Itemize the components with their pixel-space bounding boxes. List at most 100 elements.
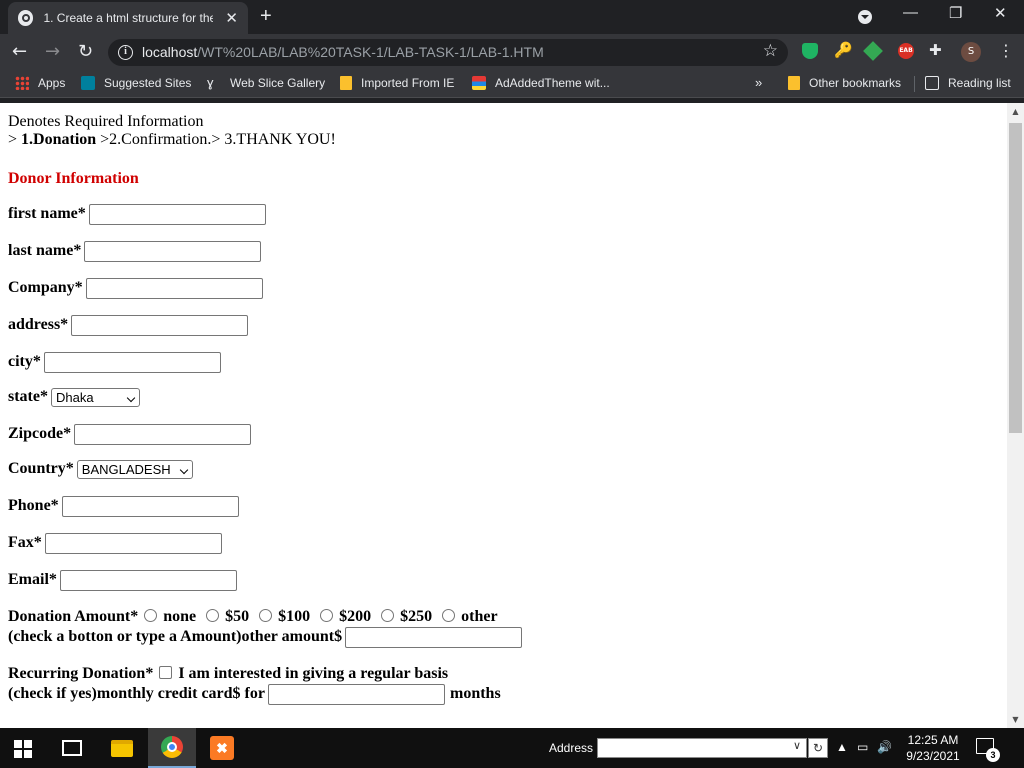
new-tab-icon[interactable]: + <box>260 5 272 28</box>
clock-date: 9/23/2021 <box>906 749 960 763</box>
bing-icon <box>81 76 95 90</box>
fax-input[interactable] <box>44 533 222 554</box>
bookmark-suggested-sites[interactable]: Suggested Sites <box>81 76 191 90</box>
donation-amount-row: Donation Amount* none $50 $100 $200 $250 other <box>8 608 498 625</box>
tray-overflow-icon[interactable]: ▲ <box>836 740 848 754</box>
folder-icon <box>788 76 800 90</box>
bookmark-web-slice-gallery[interactable]: ɣ Web Slice Gallery <box>207 76 325 91</box>
bookmarks-divider <box>914 76 915 92</box>
info-icon[interactable]: i <box>118 45 133 60</box>
forward-icon[interactable]: → <box>45 41 60 62</box>
shield-extension-icon[interactable] <box>802 43 818 59</box>
state-label: state* <box>8 388 48 406</box>
taskbar-address-input[interactable] <box>597 738 807 758</box>
other-amount-input[interactable] <box>345 627 523 648</box>
bookmark-other-bookmarks[interactable]: Other bookmarks <box>788 76 901 90</box>
minimize-icon[interactable]: — <box>903 4 918 21</box>
chevron-down-icon <box>179 465 189 475</box>
last-name-input[interactable] <box>84 241 262 262</box>
city-input[interactable] <box>43 352 221 373</box>
back-icon[interactable]: ← <box>12 41 27 62</box>
chrome-icon <box>161 736 183 758</box>
windows-start-icon[interactable] <box>14 740 32 758</box>
donation-radio-250[interactable] <box>381 608 395 622</box>
first-name-input[interactable] <box>88 204 266 225</box>
donation-radio-none[interactable] <box>144 608 158 622</box>
current-step: 1.Donation <box>21 131 97 148</box>
system-clock[interactable]: 12:25 AM 9/23/2021 <box>896 732 970 764</box>
file-explorer-icon <box>111 739 133 757</box>
monthly-label: (check if yes)monthly credit card$ for <box>8 685 265 703</box>
tab-strip: 1. Create a html structure for the ✕ + —… <box>0 0 1024 34</box>
scroll-thumb[interactable] <box>1009 123 1022 433</box>
bookmarks-overflow-icon[interactable]: » <box>755 75 762 90</box>
city-row: city* <box>8 352 221 373</box>
recurring-checkbox-text: I am interested in giving a regular basi… <box>178 665 449 682</box>
tab-search-icon[interactable] <box>858 10 872 24</box>
zipcode-row: Zipcode* <box>8 424 252 445</box>
battery-icon[interactable]: ▭ <box>857 740 868 754</box>
reload-icon[interactable]: ↻ <box>78 41 93 62</box>
bookmark-apps[interactable]: Apps <box>15 76 65 90</box>
first-name-label: first name* <box>8 205 86 223</box>
browser-tab[interactable]: 1. Create a html structure for the ✕ <box>8 2 248 34</box>
extensions-puzzle-icon[interactable]: ✚ <box>929 41 945 59</box>
donation-radio-200[interactable] <box>320 608 334 622</box>
restore-icon[interactable]: ❐ <box>949 4 962 22</box>
close-window-icon[interactable]: ✕ <box>994 4 1007 22</box>
company-input[interactable] <box>85 278 263 299</box>
donation-radio-50[interactable] <box>206 608 220 622</box>
email-input[interactable] <box>59 570 237 591</box>
country-select[interactable]: BANGLADESH <box>76 460 193 479</box>
chevron-down-icon <box>126 393 136 403</box>
city-label: city* <box>8 353 41 371</box>
chevron-down-icon[interactable]: ∨ <box>793 739 801 752</box>
folder-icon <box>340 76 352 90</box>
url-text[interactable]: localhost/WT%20LAB/LAB%20TASK-1/LAB-TASK… <box>142 44 544 60</box>
donation-radio-other[interactable] <box>442 608 456 622</box>
scroll-down-icon[interactable]: ▼ <box>1007 711 1024 728</box>
section-title: Donor Information <box>8 170 139 187</box>
address-toolbar-label: Address <box>549 741 594 755</box>
profile-avatar[interactable]: S <box>961 42 981 62</box>
address-label: address* <box>8 316 69 334</box>
monthly-amount-input[interactable] <box>267 684 445 705</box>
address-go-icon[interactable]: ↻ <box>808 738 828 758</box>
tab-title: 1. Create a html structure for the <box>43 11 214 25</box>
phone-row: Phone* <box>8 496 239 517</box>
task-view-icon[interactable] <box>62 740 82 756</box>
recurring-checkbox[interactable] <box>159 665 173 679</box>
bookmarks-bar: Apps Suggested Sites ɣ Web Slice Gallery… <box>0 70 1024 98</box>
bookmark-reading-list[interactable]: Reading list <box>925 76 1011 90</box>
months-label: months <box>449 685 501 703</box>
phone-input[interactable] <box>61 496 239 517</box>
menu-kebab-icon[interactable]: ⋮ <box>998 41 1014 60</box>
notification-badge: 3 <box>986 748 1000 762</box>
xampp-icon: ✖ <box>210 736 234 760</box>
address-input[interactable] <box>71 315 249 336</box>
close-tab-icon[interactable]: ✕ <box>225 9 238 27</box>
bookmark-star-icon[interactable]: ☆ <box>763 41 778 61</box>
taskbar-file-explorer[interactable] <box>98 728 146 768</box>
other-amount-label: (check a botton or type a Amount)other a… <box>8 628 343 646</box>
email-label: Email* <box>8 571 57 589</box>
eab-extension-icon[interactable]: EAB <box>898 43 914 59</box>
windows-taskbar: ✖ Address ∨ ↻ ▲ ▭ 🔊 12:25 AM 9/23/2021 3 <box>0 728 1024 768</box>
key-extension-icon[interactable]: 🔑 <box>834 41 853 59</box>
fax-label: Fax* <box>8 534 42 552</box>
volume-icon[interactable]: 🔊 <box>877 740 892 754</box>
bookmark-imported-from-ie[interactable]: Imported From IE <box>340 76 454 90</box>
diamond-extension-icon[interactable] <box>863 41 883 61</box>
page-scrollbar[interactable]: ▲ ▼ <box>1007 103 1024 728</box>
donation-radio-100[interactable] <box>259 608 273 622</box>
taskbar-chrome[interactable] <box>148 728 196 768</box>
address-bar[interactable]: i localhost/WT%20LAB/LAB%20TASK-1/LAB-TA… <box>108 39 788 66</box>
zipcode-input[interactable] <box>74 424 252 445</box>
bookmark-adaddedtheme[interactable]: AdAddedTheme wit... <box>472 76 610 90</box>
taskbar-xampp[interactable]: ✖ <box>198 728 246 768</box>
state-select[interactable]: Dhaka <box>50 388 140 407</box>
recurring-donation-label: Recurring Donation* <box>8 665 154 682</box>
phone-label: Phone* <box>8 497 59 515</box>
globe-icon <box>18 10 34 26</box>
scroll-up-icon[interactable]: ▲ <box>1007 103 1024 120</box>
